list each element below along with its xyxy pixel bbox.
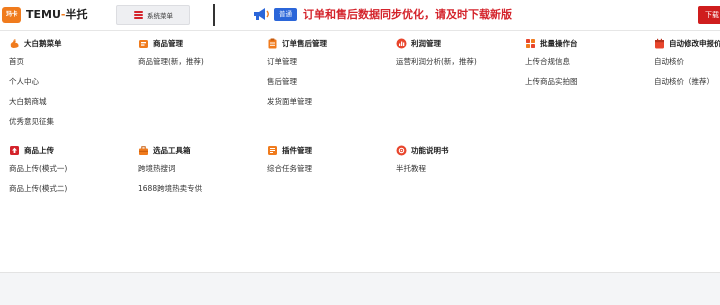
menu-group-header: 订单售后管理 [267,37,392,51]
menu-item-order-management[interactable]: 订单管理 [267,56,392,67]
menu-group-title: 订单售后管理 [282,39,327,48]
menu-group: 商品上传 商品上传(模式一) 商品上传(模式二) [9,144,134,203]
menu-group-header: 大白鹅菜单 [9,37,134,51]
system-menu-label: 系统菜单 [147,12,173,20]
menu-panel: 大白鹅菜单 首页 个人中心 大白鹅商城 优秀意见征集 商品管理 商品管理(新，推… [0,31,720,272]
megaphone-icon [254,8,269,20]
goose-icon [9,38,20,49]
menu-group: 商品管理 商品管理(新，推荐) [138,37,263,76]
menu-group: 功能说明书 半托教程 [396,144,521,183]
menu-item-mall[interactable]: 大白鹅商城 [9,96,134,107]
app-title-prefix: TEMU [26,8,61,21]
menu-group-title: 自动修改申报价 [669,39,720,48]
menu-group-header: 插件管理 [267,144,392,158]
menu-item-upload-compliance[interactable]: 上传合规信息 [525,56,650,67]
menu-group: 选品工具箱 跨境热搜词 1688跨境热卖专供 [138,144,263,203]
menu-item-personal-center[interactable]: 个人中心 [9,76,134,87]
menu-group-title: 插件管理 [282,146,312,155]
notice-text[interactable]: 订单和售后数据同步优化，请及时下载新版 [303,6,512,23]
footer-divider [0,272,720,273]
menu-group-header: 商品上传 [9,144,134,158]
list-icon [134,11,143,19]
menu-group: 批量操作台 上传合规信息 上传商品实拍图 [525,37,650,96]
notice-badge: 普通 [274,8,297,21]
tab-divider [213,4,215,26]
menu-group-header: 利润管理 [396,37,521,51]
manual-icon [396,145,407,156]
menu-group: 自动修改申报价 自动核价 自动核价（推荐） [654,37,720,96]
clipboard-icon [267,38,278,49]
menu-group-title: 大白鹅菜单 [24,39,62,48]
grid-icon [525,38,536,49]
menu-group: 利润管理 运营利润分析(新，推荐) [396,37,521,76]
menu-item-upload-mode-one[interactable]: 商品上传(模式一) [9,163,134,174]
menu-item-shipping-labels[interactable]: 发货面单管理 [267,96,392,107]
menu-item-1688-hot-supply[interactable]: 1688跨境热卖专供 [138,183,263,194]
menu-item-home[interactable]: 首页 [9,56,134,67]
menu-item-feedback[interactable]: 优秀意见征集 [9,116,134,127]
menu-group-title: 选品工具箱 [153,146,191,155]
menu-group-header: 选品工具箱 [138,144,263,158]
menu-group: 大白鹅菜单 首页 个人中心 大白鹅商城 优秀意见征集 [9,37,134,136]
box-icon [138,38,149,49]
menu-group: 订单售后管理 订单管理 售后管理 发货面单管理 [267,37,392,116]
menu-group-title: 商品管理 [153,39,183,48]
app-logo: 玛卡 [2,7,21,23]
plugin-icon [267,145,278,156]
menu-item-profit-analysis[interactable]: 运营利润分析(新，推荐) [396,56,521,67]
menu-group-title: 商品上传 [24,146,54,155]
menu-item-tutorial[interactable]: 半托教程 [396,163,521,174]
menu-item-auto-pricing-recommended[interactable]: 自动核价（推荐） [654,76,720,87]
menu-item-product-management[interactable]: 商品管理(新，推荐) [138,56,263,67]
menu-item-hot-search-words[interactable]: 跨境热搜词 [138,163,263,174]
menu-group-header: 功能说明书 [396,144,521,158]
menu-group-title: 功能说明书 [411,146,449,155]
menu-group-header: 批量操作台 [525,37,650,51]
calendar-icon [654,38,665,49]
menu-item-task-management[interactable]: 综合任务管理 [267,163,392,174]
upload-icon [9,145,20,156]
menu-group-title: 利润管理 [411,39,441,48]
menu-group-header: 自动修改申报价 [654,37,720,51]
menu-item-upload-photos[interactable]: 上传商品实拍图 [525,76,650,87]
menu-group-title: 批量操作台 [540,39,578,48]
menu-item-after-sales[interactable]: 售后管理 [267,76,392,87]
app-title-suffix: 半托 [65,8,88,21]
download-button[interactable]: 下载 [698,6,720,24]
toolbox-icon [138,145,149,156]
system-menu-tab[interactable]: 系统菜单 [116,5,190,25]
app-title: TEMU-半托 [26,7,87,23]
chart-icon [396,38,407,49]
menu-item-auto-pricing[interactable]: 自动核价 [654,56,720,67]
menu-group-header: 商品管理 [138,37,263,51]
menu-group: 插件管理 综合任务管理 [267,144,392,183]
top-bar: 玛卡 TEMU-半托 系统菜单 普通 订单和售后数据同步优化，请及时下载新版 下… [0,0,720,31]
menu-item-upload-mode-two[interactable]: 商品上传(模式二) [9,183,134,194]
